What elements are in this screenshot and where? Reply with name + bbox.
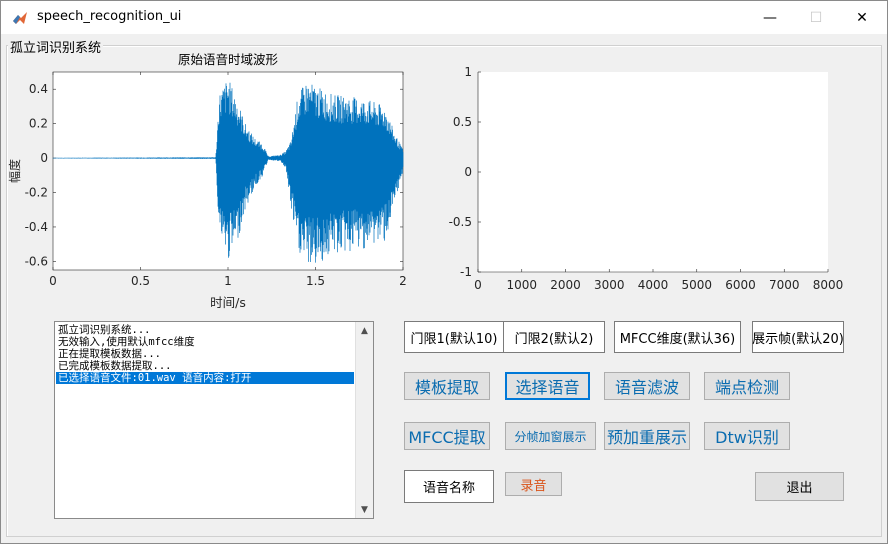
x-tick-label: 2 bbox=[399, 274, 407, 288]
endpoint-detect-button[interactable]: 端点检测 bbox=[704, 372, 790, 400]
list-item[interactable]: 无效输入,使用默认mfcc维度 bbox=[56, 336, 195, 348]
waveform-xlabel: 时间/s bbox=[210, 295, 246, 310]
log-scrollbar[interactable]: ▲ ▼ bbox=[355, 322, 373, 518]
waveform-axes: 原始语音时域波形 时间/s 幅度 0 0.5 1 1.5 2 0.4 0.2 0 -0.2 -0.… bbox=[7, 52, 407, 310]
log-listbox[interactable]: 孤立词识别系统... 无效输入,使用默认mfcc维度 正在提取模板数据... 已完成模… bbox=[54, 321, 374, 519]
window-title: speech_recognition_ui bbox=[37, 9, 182, 24]
dtw-recognize-button[interactable]: Dtw识别 bbox=[704, 422, 790, 450]
list-item[interactable]: 已选择语音文件:01.wav 语音内容:打开 bbox=[56, 372, 354, 384]
list-item[interactable]: 孤立词识别系统... bbox=[56, 324, 150, 336]
threshold1-field[interactable]: 门限1(默认10) bbox=[404, 321, 504, 353]
template-extract-button[interactable]: 模板提取 bbox=[404, 372, 490, 400]
exit-button[interactable]: 退出 bbox=[755, 472, 844, 501]
x-tick-label: 0 bbox=[49, 274, 57, 288]
y-tick-label: 0 bbox=[40, 151, 48, 165]
threshold2-field[interactable]: 门限2(默认2) bbox=[503, 321, 605, 353]
x-tick-label: 7000 bbox=[769, 278, 800, 292]
x-tick-label: 5000 bbox=[681, 278, 712, 292]
scroll-up-icon[interactable]: ▲ bbox=[356, 322, 373, 339]
speech-name-field[interactable]: 语音名称 bbox=[404, 470, 494, 503]
x-tick-label: 6000 bbox=[725, 278, 756, 292]
x-tick-label: 1.5 bbox=[306, 274, 325, 288]
speech-filter-button[interactable]: 语音滤波 bbox=[604, 372, 690, 400]
record-button[interactable]: 录音 bbox=[505, 472, 562, 496]
list-item[interactable]: 正在提取模板数据... bbox=[56, 348, 161, 360]
y-tick-label: -1 bbox=[460, 265, 472, 279]
waveform-ylabel: 幅度 bbox=[7, 159, 22, 183]
minimize-button[interactable]: — bbox=[747, 1, 793, 34]
x-tick-label: 1000 bbox=[506, 278, 537, 292]
frame-window-button[interactable]: 分帧加窗展示 bbox=[505, 422, 596, 450]
pre-emphasis-button[interactable]: 预加重展示 bbox=[604, 422, 690, 450]
x-tick-label: 3000 bbox=[594, 278, 625, 292]
y-tick-label: 0 bbox=[464, 165, 472, 179]
spectrum-plot-box bbox=[478, 72, 828, 272]
plots-area: 原始语音时域波形 时间/s 幅度 0 0.5 1 1.5 2 0.4 0.2 0 -0.2 -0.… bbox=[7, 52, 844, 310]
x-tick-label: 8000 bbox=[813, 278, 844, 292]
x-tick-label: 2000 bbox=[550, 278, 581, 292]
spectrum-axes: 0 1000 2000 3000 4000 5000 6000 7000 8000 1 0.5 0 -0… bbox=[449, 65, 844, 292]
mfcc-dim-field[interactable]: MFCC维度(默认36) bbox=[614, 321, 741, 353]
title-bar: speech_recognition_ui — ☐ ✕ bbox=[1, 1, 887, 34]
maximize-button: ☐ bbox=[809, 9, 823, 26]
select-speech-button[interactable]: 选择语音 bbox=[505, 372, 590, 400]
y-tick-label: 0.4 bbox=[29, 82, 48, 96]
x-tick-label: 0.5 bbox=[131, 274, 150, 288]
y-tick-label: -0.4 bbox=[25, 220, 48, 234]
y-tick-label: -0.5 bbox=[449, 215, 472, 229]
y-tick-label: 0.2 bbox=[29, 117, 48, 131]
show-frame-field[interactable]: 展示帧(默认20) bbox=[752, 321, 844, 353]
x-tick-label: 0 bbox=[474, 278, 482, 292]
matlab-icon bbox=[13, 12, 27, 24]
x-tick-label: 1 bbox=[224, 274, 232, 288]
y-tick-label: 0.5 bbox=[453, 115, 472, 129]
close-button[interactable]: ✕ bbox=[839, 1, 885, 34]
y-tick-label: -0.2 bbox=[25, 186, 48, 200]
y-tick-label: 1 bbox=[464, 65, 472, 79]
scroll-down-icon[interactable]: ▼ bbox=[356, 501, 373, 518]
y-tick-label: -0.6 bbox=[25, 254, 48, 268]
mfcc-extract-button[interactable]: MFCC提取 bbox=[404, 422, 490, 450]
waveform-title: 原始语音时域波形 bbox=[178, 52, 279, 67]
x-tick-label: 4000 bbox=[638, 278, 669, 292]
list-item[interactable]: 已完成模板数据提取... bbox=[56, 360, 171, 372]
